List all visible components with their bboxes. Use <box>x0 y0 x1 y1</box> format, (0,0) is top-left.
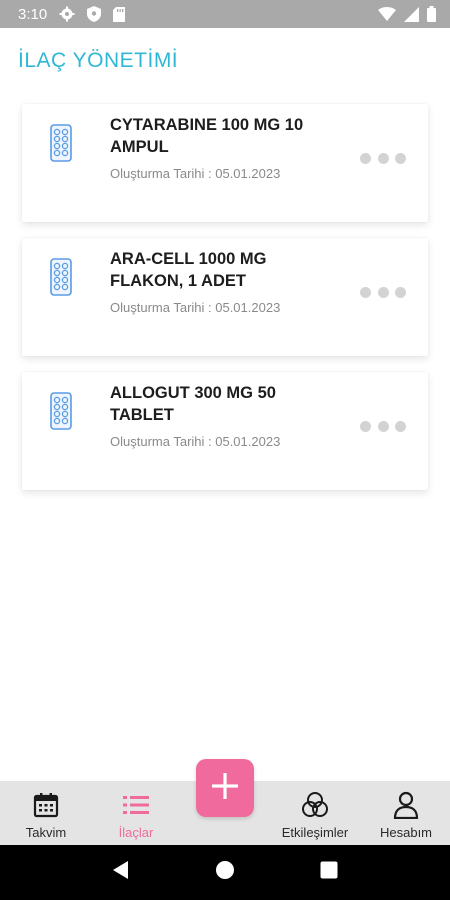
more-options-icon[interactable] <box>360 286 406 298</box>
medication-created-date: Oluşturma Tarihi : 05.01.2023 <box>110 300 281 315</box>
pill-blister-icon <box>50 124 72 167</box>
medication-list: CYTARABINE 100 MG 10 AMPUL Oluşturma Tar… <box>22 104 428 506</box>
pill-blister-icon <box>50 258 72 301</box>
more-options-icon[interactable] <box>360 420 406 432</box>
nav-tab-account[interactable]: Hesabım <box>375 781 437 845</box>
status-bar: 3:10 <box>0 0 450 28</box>
medication-name: CYTARABINE 100 MG 10 AMPUL <box>110 116 304 156</box>
plus-icon <box>211 772 239 805</box>
medication-card[interactable]: ARA-CELL 1000 MG FLAKON, 1 ADET Oluşturm… <box>22 238 428 356</box>
person-icon <box>393 791 419 819</box>
system-navigation-bar <box>0 845 450 900</box>
nav-label-calendar: Takvim <box>25 825 67 840</box>
nav-label-account: Hesabım <box>379 825 433 840</box>
calendar-icon <box>33 791 59 819</box>
back-icon[interactable] <box>112 860 130 885</box>
nav-tab-medications[interactable]: İlaçlar <box>112 781 160 845</box>
home-icon[interactable] <box>215 860 235 885</box>
shield-icon <box>87 6 102 22</box>
gear-icon <box>59 6 75 22</box>
add-medication-button[interactable] <box>196 759 254 817</box>
more-options-icon[interactable] <box>360 152 406 164</box>
medication-created-date: Oluşturma Tarihi : 05.01.2023 <box>110 434 281 449</box>
medication-card[interactable]: CYTARABINE 100 MG 10 AMPUL Oluşturma Tar… <box>22 104 428 222</box>
signal-icon <box>404 6 419 22</box>
nav-label-interactions: Etkileşimler <box>281 825 349 840</box>
list-icon <box>123 791 149 819</box>
pill-blister-icon <box>50 392 72 435</box>
nav-tab-interactions[interactable]: Etkileşimler <box>276 781 354 845</box>
interactions-icon <box>301 791 329 819</box>
recents-icon[interactable] <box>320 861 338 884</box>
medication-name: ALLOGUT 300 MG 50 TABLET <box>110 384 276 424</box>
wifi-icon <box>378 7 396 21</box>
medication-created-date: Oluşturma Tarihi : 05.01.2023 <box>110 166 281 181</box>
nav-label-medications: İlaçlar <box>118 825 154 840</box>
status-time: 3:10 <box>18 5 48 23</box>
nav-tab-calendar[interactable]: Takvim <box>20 781 72 845</box>
medication-name: ARA-CELL 1000 MG FLAKON, 1 ADET <box>110 250 267 290</box>
page-title: İLAÇ YÖNETİMİ <box>18 49 179 72</box>
battery-icon <box>427 6 436 22</box>
medication-card[interactable]: ALLOGUT 300 MG 50 TABLET Oluşturma Tarih… <box>22 372 428 490</box>
sd-card-icon <box>113 6 126 22</box>
